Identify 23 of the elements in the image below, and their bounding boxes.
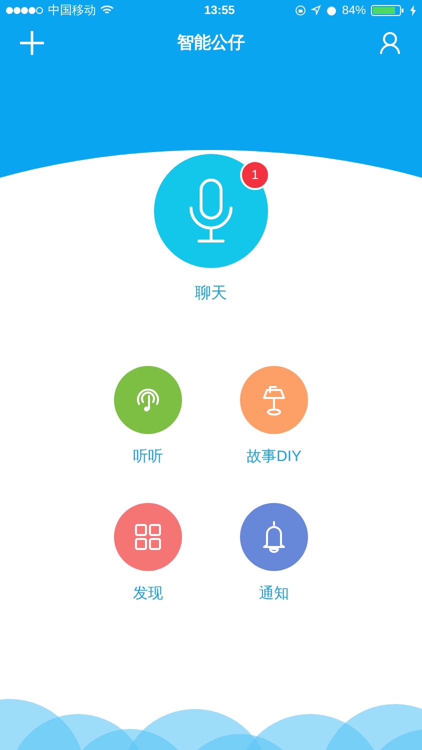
signal-icon [6,6,44,14]
feature-label: 故事DIY [246,447,302,467]
feature-item[interactable]: 故事DIY [214,366,334,468]
charging-icon [410,4,416,16]
feature-item[interactable]: 发现 [88,502,208,605]
feature-label: 通知 [259,584,289,604]
location-icon [310,5,321,15]
rotation-lock-icon [294,4,306,16]
add-button[interactable] [18,29,46,57]
person-icon [379,31,401,55]
feature-item[interactable]: 通知 [214,502,334,605]
feature-item[interactable]: 听听 [88,366,208,468]
notification-badge: 1 [240,160,270,190]
battery-percent: 84% [342,2,366,19]
page-title: 智能公仔 [177,32,245,54]
wifi-icon [100,5,114,15]
plus-icon [19,30,45,56]
battery-icon [370,4,405,16]
carrier-name: 中国移动 [48,2,96,19]
feature-label: 听听 [133,447,163,467]
feature-label: 发现 [133,584,163,604]
chat-label: 聊天 [195,284,227,304]
status-time: 13:55 [204,2,235,19]
